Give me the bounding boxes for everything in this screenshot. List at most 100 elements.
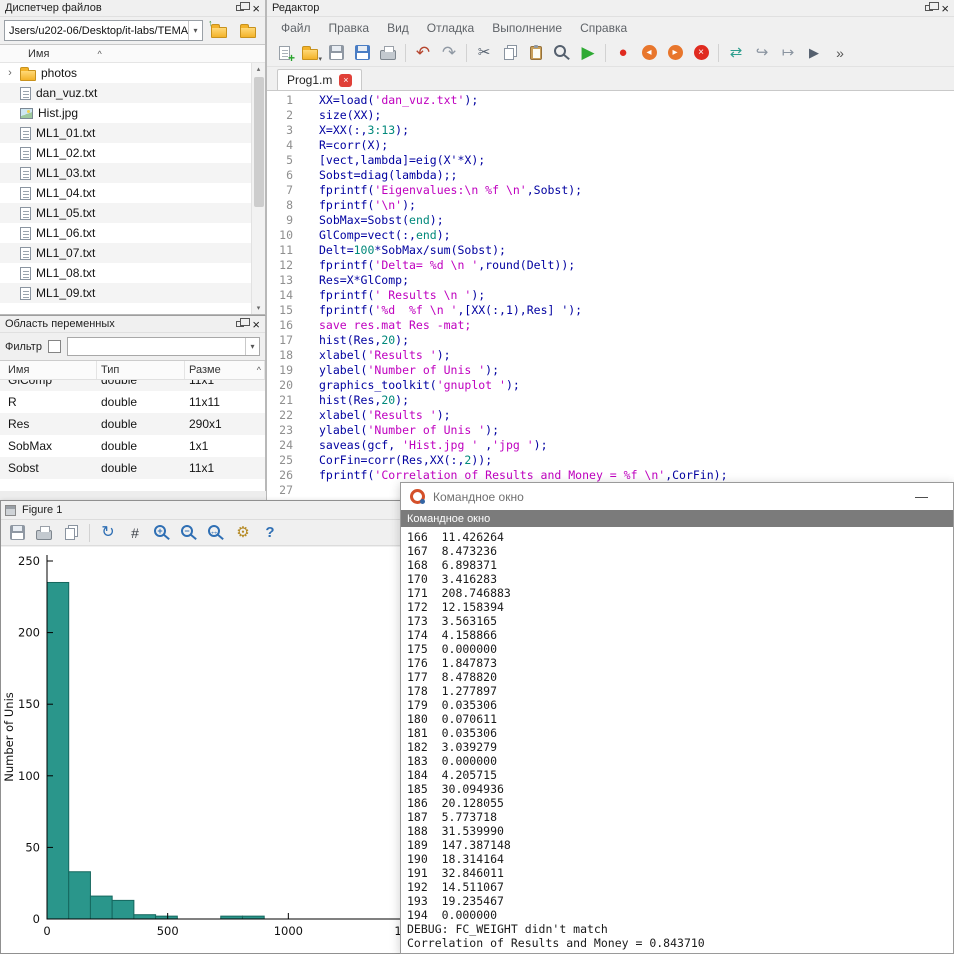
- file-row[interactable]: ML1_04.txt: [0, 183, 251, 203]
- tools-button[interactable]: ⚙: [231, 521, 255, 545]
- variable-row[interactable]: Rdouble11x11: [0, 391, 265, 413]
- menu-item-Правка[interactable]: Правка: [321, 19, 378, 37]
- chevron-down-icon[interactable]: ▾: [188, 21, 202, 40]
- save-button[interactable]: [324, 41, 348, 65]
- code-line[interactable]: 22xlabel('Results ');: [267, 408, 954, 423]
- code-line[interactable]: 12fprintf('Delta= %d \n ',round(Delt));: [267, 258, 954, 273]
- file-row[interactable]: ML1_01.txt: [0, 123, 251, 143]
- code-line[interactable]: 19ylabel('Number of Unis ');: [267, 363, 954, 378]
- continue-button[interactable]: ⇄: [724, 41, 748, 65]
- variable-row[interactable]: GlCompdouble11x1: [0, 380, 265, 391]
- filter-combobox[interactable]: ▾: [67, 337, 260, 356]
- code-line[interactable]: 4R=corr(X);: [267, 138, 954, 153]
- cut-button[interactable]: ✂: [472, 41, 496, 65]
- zoom-in-button[interactable]: +: [150, 521, 174, 545]
- column-name[interactable]: Имя: [0, 361, 97, 379]
- plot-canvas[interactable]: 050100150200250050010001500Number of Uni…: [1, 547, 409, 953]
- tab-prog1[interactable]: Prog1.m ×: [277, 69, 362, 90]
- zoom-out-button[interactable]: −: [177, 521, 201, 545]
- column-size[interactable]: Разме^: [185, 361, 265, 379]
- undock-icon[interactable]: [236, 321, 244, 327]
- filter-checkbox[interactable]: [48, 340, 61, 353]
- browse-directory-button[interactable]: [235, 19, 261, 42]
- variable-row[interactable]: Resdouble290x1: [0, 413, 265, 435]
- close-tab-icon[interactable]: ×: [339, 74, 352, 87]
- copy-button[interactable]: [498, 41, 522, 65]
- code-line[interactable]: 15fprintf('%d %f \n ',[XX(:,1),Res] ');: [267, 303, 954, 318]
- chevron-down-icon[interactable]: ▾: [245, 338, 259, 355]
- console-output[interactable]: 166 11.426264167 8.473236168 6.898371170…: [401, 527, 953, 953]
- menu-item-Файл[interactable]: Файл: [273, 19, 319, 37]
- close-icon[interactable]: ×: [941, 2, 949, 15]
- run-script-button[interactable]: ▶: [576, 41, 600, 65]
- redo-button[interactable]: ↷: [437, 41, 461, 65]
- print-figure-button[interactable]: [32, 521, 56, 545]
- file-row[interactable]: ML1_05.txt: [0, 203, 251, 223]
- code-line[interactable]: 10GlComp=vect(:,end);: [267, 228, 954, 243]
- file-row[interactable]: ML1_09.txt: [0, 283, 251, 303]
- new-script-button[interactable]: +: [272, 41, 296, 65]
- refresh-button[interactable]: ↻: [96, 521, 120, 545]
- command-window-titlebar[interactable]: Командное окно —: [401, 483, 953, 510]
- code-line[interactable]: 21hist(Res,20);: [267, 393, 954, 408]
- code-line[interactable]: 14fprintf(' Results \n ');: [267, 288, 954, 303]
- variables-table-header[interactable]: Имя Тип Разме^: [0, 361, 265, 380]
- print-button[interactable]: [376, 41, 400, 65]
- scroll-down-icon[interactable]: ▾: [257, 302, 261, 314]
- copy-figure-button[interactable]: [59, 521, 83, 545]
- code-line[interactable]: 26fprintf('Correlation of Results and Mo…: [267, 468, 954, 483]
- code-line[interactable]: 5[vect,lambda]=eig(X'*X);: [267, 153, 954, 168]
- close-icon[interactable]: ×: [252, 318, 260, 331]
- file-list-header[interactable]: Имя ^: [0, 45, 265, 63]
- folder-up-button[interactable]: ↑: [206, 19, 232, 42]
- name-column-header[interactable]: Имя: [28, 48, 49, 60]
- code-line[interactable]: 18xlabel('Results ');: [267, 348, 954, 363]
- column-type[interactable]: Тип: [97, 361, 185, 379]
- next-breakpoint-button[interactable]: ▸: [663, 41, 687, 65]
- paste-button[interactable]: [524, 41, 548, 65]
- code-editor[interactable]: 1XX=load('dan_vuz.txt');2size(XX);3X=XX(…: [267, 91, 954, 512]
- scroll-up-icon[interactable]: ▴: [257, 63, 261, 75]
- help-button[interactable]: ?: [258, 521, 282, 545]
- step-button[interactable]: ↪: [750, 41, 774, 65]
- undock-icon[interactable]: [236, 5, 244, 11]
- code-line[interactable]: 24saveas(gcf, 'Hist.jpg ' ,'jpg ');: [267, 438, 954, 453]
- grid-button[interactable]: #: [123, 521, 147, 545]
- file-row[interactable]: ML1_02.txt: [0, 143, 251, 163]
- code-line[interactable]: 2size(XX);: [267, 108, 954, 123]
- menu-item-Отладка[interactable]: Отладка: [419, 19, 482, 37]
- menu-item-Справка[interactable]: Справка: [572, 19, 635, 37]
- undock-icon[interactable]: [925, 5, 933, 11]
- file-row[interactable]: Hist.jpg: [0, 103, 251, 123]
- file-row[interactable]: dan_vuz.txt: [0, 83, 251, 103]
- scrollbar-thumb[interactable]: [254, 77, 264, 207]
- run-file-button[interactable]: ▶: [802, 41, 826, 65]
- toggle-breakpoint-button[interactable]: ●: [611, 41, 635, 65]
- code-line[interactable]: 13Res=X*GlComp;: [267, 273, 954, 288]
- code-line[interactable]: 20graphics_toolkit('gnuplot ');: [267, 378, 954, 393]
- save-as-button[interactable]: [350, 41, 374, 65]
- code-line[interactable]: 25CorFin=corr(Res,XX(:,2));: [267, 453, 954, 468]
- code-line[interactable]: 3X=XX(:,3:13);: [267, 123, 954, 138]
- code-line[interactable]: 1XX=load('dan_vuz.txt');: [267, 93, 954, 108]
- code-line[interactable]: 6Sobst=diag(lambda);;: [267, 168, 954, 183]
- zoom-reset-button[interactable]: ↔: [204, 521, 228, 545]
- file-row[interactable]: ML1_07.txt: [0, 243, 251, 263]
- menu-item-Вид[interactable]: Вид: [379, 19, 417, 37]
- toolbar-overflow-button[interactable]: »: [828, 41, 852, 65]
- code-line[interactable]: 9SobMax=Sobst(end);: [267, 213, 954, 228]
- variable-row[interactable]: Sobstdouble11x1: [0, 457, 265, 479]
- code-line[interactable]: 11Delt=100*SobMax/sum(Sobst);: [267, 243, 954, 258]
- file-row[interactable]: ML1_06.txt: [0, 223, 251, 243]
- code-line[interactable]: 7fprintf('Eigenvalues:\n %f \n',Sobst);: [267, 183, 954, 198]
- menu-item-Выполнение[interactable]: Выполнение: [484, 19, 570, 37]
- clear-breakpoints-button[interactable]: ×: [689, 41, 713, 65]
- variable-row[interactable]: SobMaxdouble1x1: [0, 435, 265, 457]
- file-row[interactable]: ML1_08.txt: [0, 263, 251, 283]
- prev-breakpoint-button[interactable]: ◂: [637, 41, 661, 65]
- code-line[interactable]: 8fprintf('\n');: [267, 198, 954, 213]
- figure-titlebar[interactable]: Figure 1: [1, 501, 409, 520]
- step-out-button[interactable]: ↦: [776, 41, 800, 65]
- save-figure-button[interactable]: [5, 521, 29, 545]
- minimize-icon[interactable]: —: [915, 490, 928, 503]
